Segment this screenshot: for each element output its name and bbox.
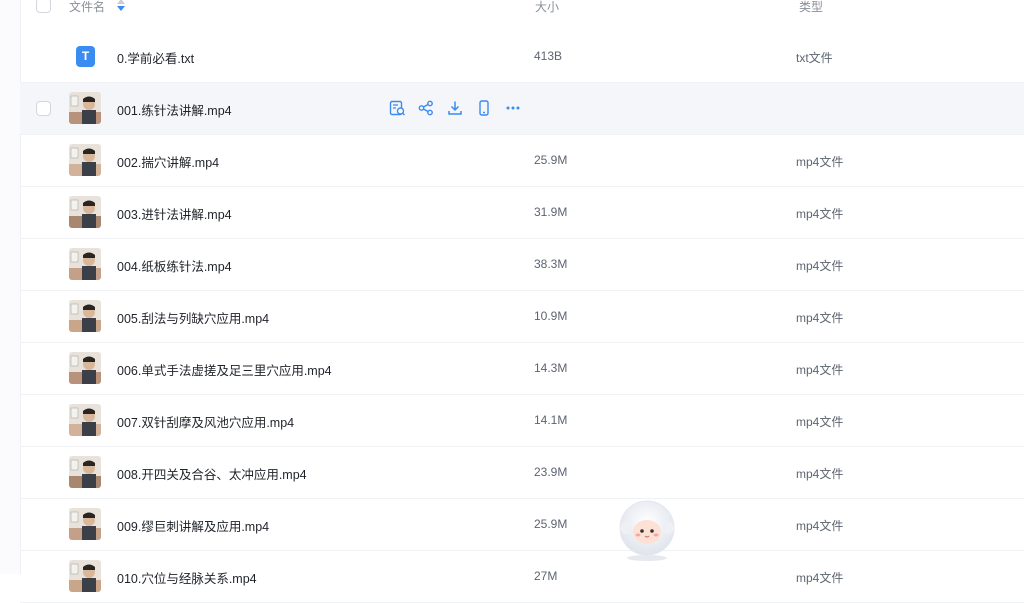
file-row[interactable]: 008.开四关及合谷、太冲应用.mp4 23.9M mp4文件 bbox=[20, 447, 1024, 499]
video-thumbnail bbox=[69, 92, 101, 124]
video-thumbnail bbox=[69, 456, 101, 488]
file-type: mp4文件 bbox=[796, 415, 844, 429]
video-thumbnail bbox=[69, 352, 101, 384]
file-size: 23.9M bbox=[534, 465, 568, 479]
file-row[interactable]: T 0.学前必看.txt 413B txt文件 bbox=[20, 31, 1024, 83]
file-row[interactable]: 005.刮法与列缺穴应用.mp4 10.9M mp4文件 bbox=[20, 291, 1024, 343]
file-size: 413B bbox=[534, 49, 563, 63]
file-size: 38.3M bbox=[534, 257, 568, 271]
file-name[interactable]: 0.学前必看.txt bbox=[117, 48, 194, 67]
file-size: 10.9M bbox=[534, 309, 568, 323]
video-thumbnail bbox=[69, 144, 101, 176]
file-type: mp4文件 bbox=[796, 259, 844, 273]
file-row[interactable]: 002.揣穴讲解.mp4 25.9M mp4文件 bbox=[20, 135, 1024, 187]
file-size: 14.1M bbox=[534, 413, 568, 427]
share-icon[interactable] bbox=[417, 99, 435, 117]
preview-icon[interactable] bbox=[388, 99, 406, 117]
column-header-name[interactable]: 文件名 bbox=[69, 0, 105, 15]
row-checkbox[interactable] bbox=[36, 101, 51, 116]
file-name[interactable]: 008.开四关及合谷、太冲应用.mp4 bbox=[117, 464, 307, 483]
file-type: mp4文件 bbox=[796, 207, 844, 221]
file-name[interactable]: 002.揣穴讲解.mp4 bbox=[117, 152, 219, 171]
file-type: txt文件 bbox=[796, 51, 833, 65]
file-row[interactable]: 010.穴位与经脉关系.mp4 27M mp4文件 bbox=[20, 551, 1024, 603]
file-name[interactable]: 009.缪巨刺讲解及应用.mp4 bbox=[117, 516, 269, 535]
file-row[interactable]: 009.缪巨刺讲解及应用.mp4 25.9M mp4文件 bbox=[20, 499, 1024, 551]
file-list: T 0.学前必看.txt 413B txt文件 001.练针法讲解.mp4 002.揣穴讲… bbox=[20, 31, 1024, 603]
video-thumbnail bbox=[69, 508, 101, 540]
file-name[interactable]: 003.进针法讲解.mp4 bbox=[117, 204, 232, 223]
phone-icon[interactable] bbox=[475, 99, 493, 117]
file-size: 31.9M bbox=[534, 205, 568, 219]
file-name[interactable]: 006.单式手法虚搓及足三里穴应用.mp4 bbox=[117, 360, 332, 379]
file-name[interactable]: 005.刮法与列缺穴应用.mp4 bbox=[117, 308, 269, 327]
video-thumbnail bbox=[69, 560, 101, 592]
column-header-type[interactable]: 类型 bbox=[799, 0, 823, 15]
file-type: mp4文件 bbox=[796, 155, 844, 169]
txt-file-icon: T bbox=[76, 46, 95, 67]
file-size: 25.9M bbox=[534, 153, 568, 167]
row-actions bbox=[388, 99, 522, 117]
select-all-checkbox[interactable] bbox=[36, 0, 51, 13]
file-type: mp4文件 bbox=[796, 363, 844, 377]
file-list-header: 文件名 大小 类型 bbox=[20, 0, 1024, 24]
file-row[interactable]: 001.练针法讲解.mp4 bbox=[20, 83, 1024, 135]
file-row[interactable]: 004.纸板练针法.mp4 38.3M mp4文件 bbox=[20, 239, 1024, 291]
file-name[interactable]: 007.双针刮摩及风池穴应用.mp4 bbox=[117, 412, 294, 431]
file-type: mp4文件 bbox=[796, 467, 844, 481]
file-type: mp4文件 bbox=[796, 311, 844, 325]
file-type: mp4文件 bbox=[796, 519, 844, 533]
video-thumbnail bbox=[69, 404, 101, 436]
left-sidebar-edge bbox=[0, 0, 21, 574]
file-size: 14.3M bbox=[534, 361, 568, 375]
download-icon[interactable] bbox=[446, 99, 464, 117]
file-row[interactable]: 006.单式手法虚搓及足三里穴应用.mp4 14.3M mp4文件 bbox=[20, 343, 1024, 395]
file-size: 27M bbox=[534, 569, 558, 583]
video-thumbnail bbox=[69, 196, 101, 228]
file-name[interactable]: 010.穴位与经脉关系.mp4 bbox=[117, 568, 257, 587]
file-name[interactable]: 001.练针法讲解.mp4 bbox=[117, 100, 232, 119]
file-size: 25.9M bbox=[534, 517, 568, 531]
more-icon[interactable] bbox=[504, 99, 522, 117]
sort-icon[interactable] bbox=[116, 0, 126, 12]
file-type: mp4文件 bbox=[796, 571, 844, 585]
file-row[interactable]: 003.进针法讲解.mp4 31.9M mp4文件 bbox=[20, 187, 1024, 239]
video-thumbnail bbox=[69, 248, 101, 280]
file-name[interactable]: 004.纸板练针法.mp4 bbox=[117, 256, 232, 275]
assistant-mascot-icon[interactable] bbox=[612, 498, 682, 562]
column-header-size[interactable]: 大小 bbox=[535, 0, 559, 15]
video-thumbnail bbox=[69, 300, 101, 332]
file-row[interactable]: 007.双针刮摩及风池穴应用.mp4 14.1M mp4文件 bbox=[20, 395, 1024, 447]
